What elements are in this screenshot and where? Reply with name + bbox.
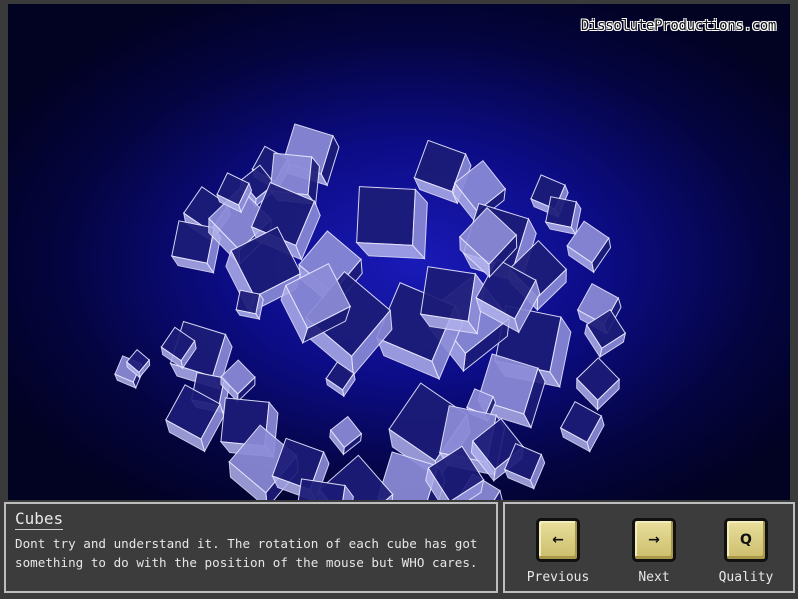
quality-button[interactable]: Q Quality bbox=[701, 518, 791, 585]
demo-title: Cubes bbox=[15, 509, 64, 530]
next-label: Next bbox=[638, 570, 670, 585]
next-button[interactable]: → Next bbox=[609, 518, 699, 585]
quality-key-icon[interactable]: Q bbox=[724, 518, 768, 562]
cube bbox=[235, 289, 264, 321]
controls-panel: ← Previous → Next Q Quality bbox=[503, 502, 795, 593]
cube bbox=[355, 186, 428, 260]
brand-logo: DissoluteProductions.com bbox=[580, 18, 776, 34]
cube bbox=[559, 400, 605, 453]
previous-label: Previous bbox=[526, 570, 590, 585]
cube bbox=[576, 357, 620, 411]
cube bbox=[419, 266, 485, 335]
cube bbox=[544, 196, 582, 236]
next-key-icon[interactable]: → bbox=[632, 518, 676, 562]
demo-description: Dont try and understand it. The rotation… bbox=[15, 536, 478, 570]
previous-key-icon[interactable]: ← bbox=[536, 518, 580, 562]
cube bbox=[329, 415, 363, 456]
previous-button[interactable]: ← Previous bbox=[513, 518, 603, 585]
info-panel: Cubes Dont try and understand it. The ro… bbox=[4, 502, 498, 593]
quality-label: Quality bbox=[718, 570, 774, 585]
cubes-canvas bbox=[113, 123, 627, 500]
cubes-scene[interactable]: DissoluteProductions.com bbox=[8, 4, 790, 500]
